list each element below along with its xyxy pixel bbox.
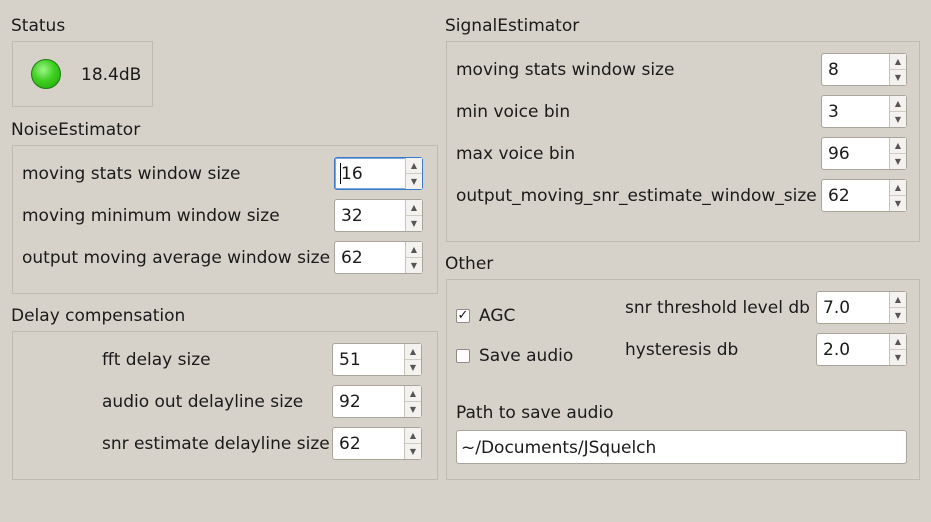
- spinbox-value: 92: [339, 392, 361, 412]
- spin-down-icon[interactable]: ▼: [890, 154, 906, 169]
- spinbox-value: 16: [341, 164, 363, 184]
- noise-output-moving-average-spinbox[interactable]: 62 ▲ ▼: [334, 241, 423, 274]
- spin-down-icon[interactable]: ▼: [406, 174, 422, 189]
- noise-estimator-frame: moving stats window size 16 ▲ ▼ moving mi…: [12, 145, 438, 294]
- spinbox-value: 96: [828, 144, 850, 164]
- hysteresis-spinbox[interactable]: 2.0 ▲ ▼: [816, 333, 907, 366]
- save-path-value: ~/Documents/JSquelch: [461, 438, 657, 458]
- max-voice-bin-spinbox[interactable]: 96 ▲ ▼: [821, 137, 907, 170]
- spin-up-icon[interactable]: ▲: [890, 54, 906, 70]
- spin-up-icon[interactable]: ▲: [405, 428, 421, 444]
- spin-up-icon[interactable]: ▲: [890, 292, 906, 308]
- spinbox-value: 2.0: [823, 340, 851, 360]
- spin-up-icon[interactable]: ▲: [406, 242, 422, 258]
- spin-down-icon[interactable]: ▼: [406, 216, 422, 231]
- audio-out-delayline-spinbox[interactable]: 92 ▲ ▼: [332, 385, 422, 418]
- noise-moving-minimum-label: moving minimum window size: [22, 206, 280, 226]
- other-title: Other: [445, 254, 494, 274]
- save-path-input[interactable]: ~/Documents/JSquelch: [456, 430, 907, 464]
- audio-out-delayline-label: audio out delayline size: [102, 392, 304, 412]
- spin-down-icon[interactable]: ▼: [890, 112, 906, 127]
- spin-down-icon[interactable]: ▼: [890, 350, 906, 365]
- signal-moving-stats-spinbox[interactable]: 8 ▲ ▼: [821, 53, 907, 86]
- spin-up-icon[interactable]: ▲: [890, 334, 906, 350]
- snr-estimate-delayline-spinbox[interactable]: 62 ▲ ▼: [332, 427, 422, 460]
- spinbox-value: 32: [341, 206, 363, 226]
- noise-output-moving-average-label: output moving average window size: [22, 248, 331, 268]
- noise-estimator-title: NoiseEstimator: [11, 120, 141, 140]
- snr-threshold-label: snr threshold level db: [625, 298, 810, 318]
- signal-estimator-frame: moving stats window size 8 ▲ ▼ min voice …: [446, 41, 920, 242]
- output-snr-window-spinbox[interactable]: 62 ▲ ▼: [821, 179, 907, 212]
- max-voice-bin-label: max voice bin: [456, 144, 576, 164]
- noise-moving-stats-spinbox[interactable]: 16 ▲ ▼: [334, 157, 423, 190]
- spin-up-icon[interactable]: ▲: [890, 138, 906, 154]
- snr-estimate-delayline-label: snr estimate delayline size: [102, 434, 330, 454]
- agc-label: AGC: [479, 306, 516, 326]
- checkbox-box[interactable]: [456, 349, 470, 363]
- other-frame: ✓ AGC Save audio snr threshold level db …: [446, 279, 920, 480]
- spin-down-icon[interactable]: ▼: [405, 402, 421, 417]
- fft-delay-size-spinbox[interactable]: 51 ▲ ▼: [332, 343, 422, 376]
- path-to-save-audio-label: Path to save audio: [456, 403, 614, 423]
- noise-moving-stats-label: moving stats window size: [22, 164, 241, 184]
- spin-down-icon[interactable]: ▼: [890, 70, 906, 85]
- spin-up-icon[interactable]: ▲: [890, 180, 906, 196]
- spin-up-icon[interactable]: ▲: [405, 344, 421, 360]
- spinbox-value: 8: [828, 60, 839, 80]
- spinbox-value: 62: [339, 434, 361, 454]
- spin-up-icon[interactable]: ▲: [890, 96, 906, 112]
- save-audio-checkbox[interactable]: Save audio: [456, 346, 581, 368]
- spinbox-value: 51: [339, 350, 361, 370]
- spinbox-value: 3: [828, 102, 839, 122]
- delay-compensation-title: Delay compensation: [11, 306, 186, 326]
- delay-compensation-frame: fft delay size 51 ▲ ▼ audio out delayline…: [12, 331, 438, 480]
- spinbox-value: 7.0: [823, 298, 851, 318]
- check-icon[interactable]: ✓: [456, 309, 470, 323]
- fft-delay-size-label: fft delay size: [102, 350, 211, 370]
- signal-moving-stats-label: moving stats window size: [456, 60, 675, 80]
- spin-down-icon[interactable]: ▼: [890, 196, 906, 211]
- spin-down-icon[interactable]: ▼: [890, 308, 906, 323]
- spin-up-icon[interactable]: ▲: [406, 158, 422, 174]
- spin-down-icon[interactable]: ▼: [405, 360, 421, 375]
- agc-checkbox[interactable]: ✓ AGC: [456, 306, 526, 328]
- spinbox-value: 62: [341, 248, 363, 268]
- status-frame: 18.4dB: [12, 41, 153, 107]
- spin-up-icon[interactable]: ▲: [405, 386, 421, 402]
- spin-down-icon[interactable]: ▼: [406, 258, 422, 273]
- spin-down-icon[interactable]: ▼: [405, 444, 421, 459]
- noise-moving-minimum-spinbox[interactable]: 32 ▲ ▼: [334, 199, 423, 232]
- status-title: Status: [11, 16, 66, 36]
- status-snr-value: 18.4dB: [81, 65, 142, 85]
- hysteresis-label: hysteresis db: [625, 340, 739, 360]
- min-voice-bin-spinbox[interactable]: 3 ▲ ▼: [821, 95, 907, 128]
- snr-threshold-spinbox[interactable]: 7.0 ▲ ▼: [816, 291, 907, 324]
- min-voice-bin-label: min voice bin: [456, 102, 571, 122]
- spin-up-icon[interactable]: ▲: [406, 200, 422, 216]
- output-snr-window-label: output_moving_snr_estimate_window_size: [456, 186, 817, 206]
- spinbox-value: 62: [828, 186, 850, 206]
- signal-estimator-title: SignalEstimator: [445, 16, 580, 36]
- status-indicator-icon: [31, 59, 61, 89]
- save-audio-label: Save audio: [479, 346, 574, 366]
